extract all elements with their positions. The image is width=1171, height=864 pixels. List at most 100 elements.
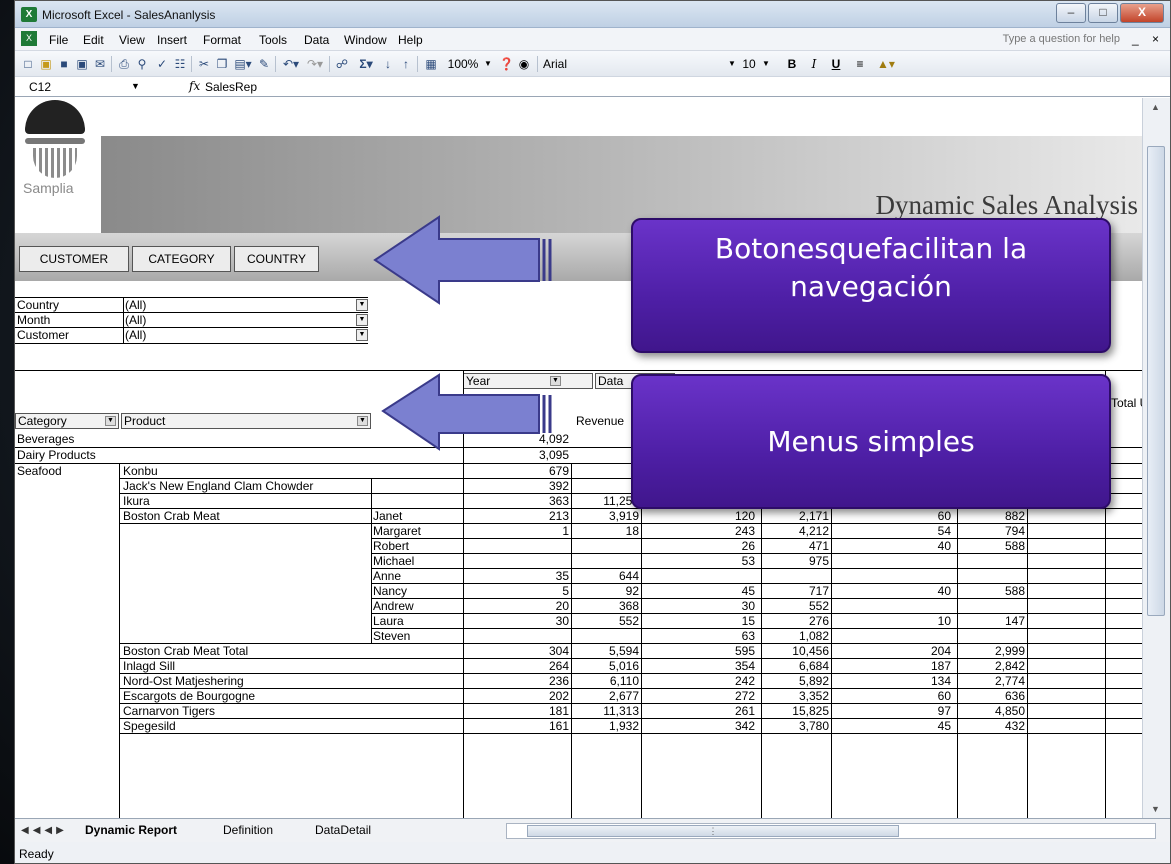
font-name-dropdown-icon[interactable]: ▼ [726,56,738,72]
open-icon[interactable]: ▣ [39,56,53,72]
worksheet[interactable]: Samplia Dynamic Sales Analysis CUSTOMER … [15,98,1142,818]
cut-icon[interactable]: ✂ [197,56,211,72]
format-painter-icon[interactable]: ✎ [257,56,271,72]
sort-ascending-icon[interactable]: ↓ [381,56,395,72]
cell-value: 5,016 [608,659,639,673]
category-nav-button[interactable]: CATEGORY [132,246,231,272]
report-title: Dynamic Sales Analysis [875,190,1138,220]
name-box-dropdown-icon[interactable]: ▼ [131,81,140,91]
camera-icon[interactable]: ◉ [517,56,531,72]
product-field-button[interactable]: Product ▼ [121,413,371,429]
italic-button[interactable]: I [807,56,821,72]
cell-value: 11,253 [603,494,639,508]
fill-color-icon[interactable]: ▲▾ [875,56,897,72]
tab-dynamic-report[interactable]: Dynamic Report [85,823,177,837]
tab-navigation-icons[interactable]: ◀◀◀▶ [21,825,68,836]
font-name-select[interactable]: Arial [543,56,583,72]
new-icon[interactable]: □ [21,56,35,72]
menu-file[interactable]: File [49,33,68,47]
filter-value[interactable]: (All) [125,328,146,342]
cell-value: 1 [562,524,569,538]
hyperlink-icon[interactable]: ☍ [335,56,349,72]
scroll-up-icon[interactable]: ▲ [1151,102,1160,112]
tab-definition[interactable]: Definition [223,823,273,837]
filter-month[interactable]: Month (All) ▼ [15,313,395,328]
menu-edit[interactable]: Edit [83,33,104,47]
menu-tools[interactable]: Tools [259,33,287,47]
dropdown-arrow-icon[interactable]: ▼ [356,314,368,326]
dropdown-arrow-icon[interactable]: ▼ [356,329,368,341]
tab-datadetail[interactable]: DataDetail [315,823,371,837]
help-search-input[interactable]: Type a question for help [1003,33,1120,45]
redo-icon[interactable]: ↷▾ [305,56,325,72]
filter-customer[interactable]: Customer (All) ▼ [15,328,395,343]
save-icon[interactable]: ■ [57,56,71,72]
cell-value: 53 [741,554,755,568]
cell-value: 2,171 [798,509,829,523]
category-field-button[interactable]: Category ▼ [15,413,119,429]
scroll-down-icon[interactable]: ▼ [1151,804,1160,814]
dropdown-arrow-icon[interactable]: ▼ [356,299,368,311]
dropdown-arrow-icon[interactable]: ▼ [357,416,368,426]
horizontal-scrollbar[interactable]: ⋮ [506,823,1156,839]
cell-value: 552 [808,599,829,613]
maximize-button[interactable]: □ [1088,3,1118,23]
filter-value[interactable]: (All) [125,298,146,312]
permission-icon[interactable]: ▣ [75,56,89,72]
undo-icon[interactable]: ↶▾ [281,56,301,72]
customer-nav-button[interactable]: CUSTOMER [19,246,129,272]
product-cell: Boston Crab Meat [123,509,220,523]
menu-help[interactable]: Help [398,33,423,47]
align-icon[interactable]: ≡ [853,56,867,72]
email-icon[interactable]: ✉ [93,56,107,72]
cell-value: 363 [548,494,569,508]
cell-value: 243 [734,524,755,538]
workbook-icon[interactable]: X [21,31,37,46]
product-cell: Konbu [123,464,158,478]
menu-data[interactable]: Data [304,33,329,47]
menu-window[interactable]: Window [344,33,387,47]
dropdown-arrow-icon[interactable]: ▼ [105,416,116,426]
copy-icon[interactable]: ❐ [215,56,229,72]
vertical-scrollbar[interactable]: ▲ ▼ [1142,98,1170,818]
zoom-dropdown-icon[interactable]: ▼ [483,56,493,72]
formula-value[interactable]: SalesRep [205,80,257,94]
cell-value: 636 [1004,689,1025,703]
print-icon[interactable]: ⎙ [117,56,131,72]
zoom-select[interactable]: 100% [445,56,481,72]
workbook-window-controls[interactable]: _ × [1132,32,1164,46]
bold-button[interactable]: B [785,56,799,72]
menu-view[interactable]: View [119,33,145,47]
cell-value: 368 [618,599,639,613]
scroll-thumb[interactable] [1147,146,1165,616]
menu-format[interactable]: Format [203,33,241,47]
sort-descending-icon[interactable]: ↑ [399,56,413,72]
close-button[interactable]: X [1120,3,1164,23]
font-size-dropdown-icon[interactable]: ▼ [760,56,772,72]
country-nav-button[interactable]: COUNTRY [234,246,319,272]
spelling-icon[interactable]: ✓ [155,56,169,72]
horizontal-scroll-thumb[interactable]: ⋮ [527,825,899,837]
filter-label: Country [17,298,60,312]
cell-value: 97 [937,704,951,718]
menu-insert[interactable]: Insert [157,33,187,47]
font-size-select[interactable]: 10 [740,56,758,72]
cell-value: 794 [1004,524,1025,538]
underline-button[interactable]: U [829,56,843,72]
paste-icon[interactable]: ▤▾ [233,56,253,72]
minimize-button[interactable]: – [1056,3,1086,23]
research-icon[interactable]: ☷ [173,56,187,72]
cell-value: 3,780 [798,719,829,733]
filter-value[interactable]: (All) [125,313,146,327]
chart-wizard-icon[interactable]: ▦ [423,56,439,72]
callout-navigation: Botonesquefacilitan la navegación [631,218,1111,353]
cell-value: 147 [1004,614,1025,628]
autosum-icon[interactable]: Σ▾ [355,56,377,72]
salesrep-cell: Janet [373,509,403,523]
filter-country[interactable]: Country (All) ▼ [15,298,395,313]
help-icon[interactable]: ❓ [499,56,514,72]
name-box[interactable]: C12 [29,80,51,94]
print-preview-icon[interactable]: ⚲ [135,56,149,72]
grid-line [571,463,572,818]
cell-value: 134 [930,674,951,688]
